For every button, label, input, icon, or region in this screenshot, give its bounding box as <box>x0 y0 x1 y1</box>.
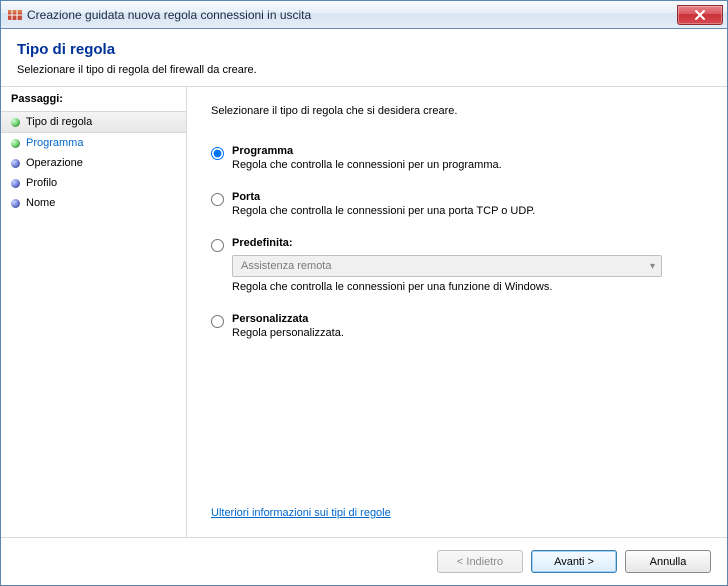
page-title: Tipo di regola <box>17 41 711 58</box>
step-dot-icon <box>11 159 20 168</box>
back-button[interactable]: < Indietro <box>437 550 523 573</box>
step-label: Tipo di regola <box>26 116 92 128</box>
step-dot-icon <box>11 118 20 127</box>
radio-personalizzata[interactable] <box>211 315 224 328</box>
step-programma[interactable]: Programma <box>1 133 186 153</box>
intro-text: Selezionare il tipo di regola che si des… <box>211 105 703 117</box>
option-desc: Regola personalizzata. <box>232 327 703 339</box>
close-button[interactable] <box>677 5 723 25</box>
wizard-footer: < Indietro Avanti > Annulla <box>1 537 727 585</box>
more-info-link[interactable]: Ulteriori informazioni sui tipi di regol… <box>211 507 391 519</box>
wizard-header: Tipo di regola Selezionare il tipo di re… <box>1 29 727 87</box>
option-personalizzata[interactable]: Personalizzata Regola personalizzata. <box>211 313 703 339</box>
next-button[interactable]: Avanti > <box>531 550 617 573</box>
more-info-link-row: Ulteriori informazioni sui tipi di regol… <box>211 485 703 529</box>
step-profilo[interactable]: Profilo <box>1 173 186 193</box>
option-porta[interactable]: Porta Regola che controlla le connession… <box>211 191 703 217</box>
step-dot-icon <box>11 199 20 208</box>
steps-heading: Passaggi: <box>1 93 186 111</box>
step-dot-icon <box>11 179 20 188</box>
wizard-main: Selezionare il tipo di regola che si des… <box>187 87 727 537</box>
step-label[interactable]: Programma <box>26 137 83 149</box>
cancel-button[interactable]: Annulla <box>625 550 711 573</box>
firewall-icon <box>7 7 23 23</box>
option-label: Programma <box>232 145 703 157</box>
option-desc: Regola che controlla le connessioni per … <box>232 205 703 217</box>
option-label: Personalizzata <box>232 313 703 325</box>
window-title: Creazione guidata nuova regola connessio… <box>27 8 677 22</box>
titlebar: Creazione guidata nuova regola connessio… <box>1 1 727 29</box>
step-tipo-di-regola[interactable]: Tipo di regola <box>1 111 186 133</box>
step-operazione[interactable]: Operazione <box>1 153 186 173</box>
step-label: Operazione <box>26 157 83 169</box>
step-dot-icon <box>11 139 20 148</box>
wizard-window: Creazione guidata nuova regola connessio… <box>0 0 728 586</box>
wizard-body: Passaggi: Tipo di regola Programma Opera… <box>1 87 727 537</box>
page-subtitle: Selezionare il tipo di regola del firewa… <box>17 64 711 76</box>
predefinita-dropdown[interactable]: Assistenza remota ▾ <box>232 255 662 277</box>
step-label: Profilo <box>26 177 57 189</box>
option-programma[interactable]: Programma Regola che controlla le connes… <box>211 145 703 171</box>
radio-porta[interactable] <box>211 193 224 206</box>
steps-sidebar: Passaggi: Tipo di regola Programma Opera… <box>1 87 187 537</box>
step-nome[interactable]: Nome <box>1 193 186 213</box>
rule-type-radio-group: Programma Regola che controlla le connes… <box>211 145 703 339</box>
chevron-down-icon: ▾ <box>650 261 655 272</box>
step-label: Nome <box>26 197 55 209</box>
radio-predefinita[interactable] <box>211 239 224 252</box>
option-desc: Regola che controlla le connessioni per … <box>232 281 703 293</box>
dropdown-value: Assistenza remota <box>241 260 331 272</box>
option-desc: Regola che controlla le connessioni per … <box>232 159 703 171</box>
option-label: Predefinita: <box>232 237 703 249</box>
option-predefinita[interactable]: Predefinita: Assistenza remota ▾ Regola … <box>211 237 703 293</box>
radio-programma[interactable] <box>211 147 224 160</box>
option-label: Porta <box>232 191 703 203</box>
